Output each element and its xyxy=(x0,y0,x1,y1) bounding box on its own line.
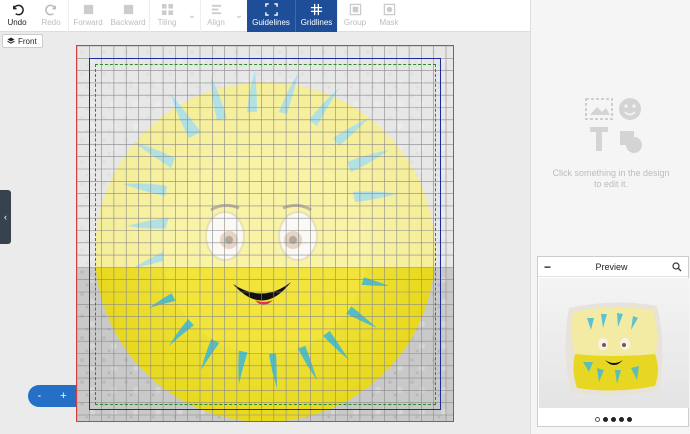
undo-button[interactable]: Undo xyxy=(0,0,34,32)
tiling-label: Tiling xyxy=(157,18,177,27)
gridlines-button[interactable]: Gridlines xyxy=(295,0,337,32)
mask-button[interactable]: Mask xyxy=(372,0,406,32)
collapse-icon[interactable]: − xyxy=(544,260,551,274)
forward-label: Forward xyxy=(73,18,103,27)
carousel-dot[interactable] xyxy=(618,417,624,422)
group-label: Group xyxy=(343,18,367,27)
carousel-dot[interactable] xyxy=(626,417,632,422)
search-icon[interactable] xyxy=(672,261,682,272)
align-button[interactable]: Align xyxy=(201,0,231,32)
redo-label: Redo xyxy=(41,18,61,27)
sidebar-toggle[interactable]: ‹ xyxy=(0,190,11,244)
tiling-icon xyxy=(161,3,173,16)
side-label: Front xyxy=(18,36,37,46)
preview-title: Preview xyxy=(595,261,628,272)
undo-label: Undo xyxy=(7,18,27,27)
safe-area-line xyxy=(95,64,436,405)
carousel-dot[interactable] xyxy=(602,417,608,422)
group-button[interactable]: Group xyxy=(338,0,372,32)
guidelines-button[interactable]: Guidelines xyxy=(247,0,295,32)
carousel-dot[interactable] xyxy=(610,417,616,422)
send-backward-icon xyxy=(123,4,133,15)
gridlines-label: Gridlines xyxy=(300,18,333,27)
carousel-dot[interactable] xyxy=(594,417,600,422)
align-icon xyxy=(211,4,221,15)
align-chevron-down-icon[interactable]: ⌄ xyxy=(231,0,247,31)
zoom-in-button[interactable]: + xyxy=(60,390,66,402)
guidelines-icon xyxy=(264,3,278,16)
preview-panel: − Preview xyxy=(537,256,689,427)
bring-forward-icon xyxy=(83,4,93,15)
toolbar: Undo Redo Forward Backward Tiling ⌄ Alig… xyxy=(0,0,530,32)
design-elements-icon xyxy=(585,98,642,153)
redo-button[interactable]: Redo xyxy=(34,0,68,32)
tiling-chevron-down-icon[interactable]: ⌄ xyxy=(184,0,200,31)
redo-icon xyxy=(44,4,56,16)
forward-button[interactable]: Forward xyxy=(69,0,107,32)
preview-carousel-dots xyxy=(538,417,688,422)
preview-header: − Preview xyxy=(538,257,688,277)
group-icon xyxy=(349,3,361,16)
align-label: Align xyxy=(207,18,225,27)
pillow-icon xyxy=(565,302,663,396)
zoom-out-button[interactable]: - xyxy=(37,390,41,402)
chevron-left-icon: ‹ xyxy=(4,212,7,222)
side-selector-button[interactable]: Front xyxy=(2,34,43,48)
mask-label: Mask xyxy=(379,18,399,27)
backward-button[interactable]: Backward xyxy=(107,0,149,32)
mask-icon xyxy=(383,3,395,16)
layers-icon xyxy=(7,37,15,44)
pillow-preview-image[interactable] xyxy=(539,278,689,408)
gridlines-icon xyxy=(310,3,323,16)
guidelines-label: Guidelines xyxy=(252,18,290,27)
undo-icon xyxy=(12,4,24,16)
tiling-button[interactable]: Tiling xyxy=(150,0,184,32)
panel-hint: Click something in the design to edit it… xyxy=(552,168,670,189)
backward-label: Backward xyxy=(110,18,146,27)
zoom-control: - + xyxy=(28,385,76,407)
